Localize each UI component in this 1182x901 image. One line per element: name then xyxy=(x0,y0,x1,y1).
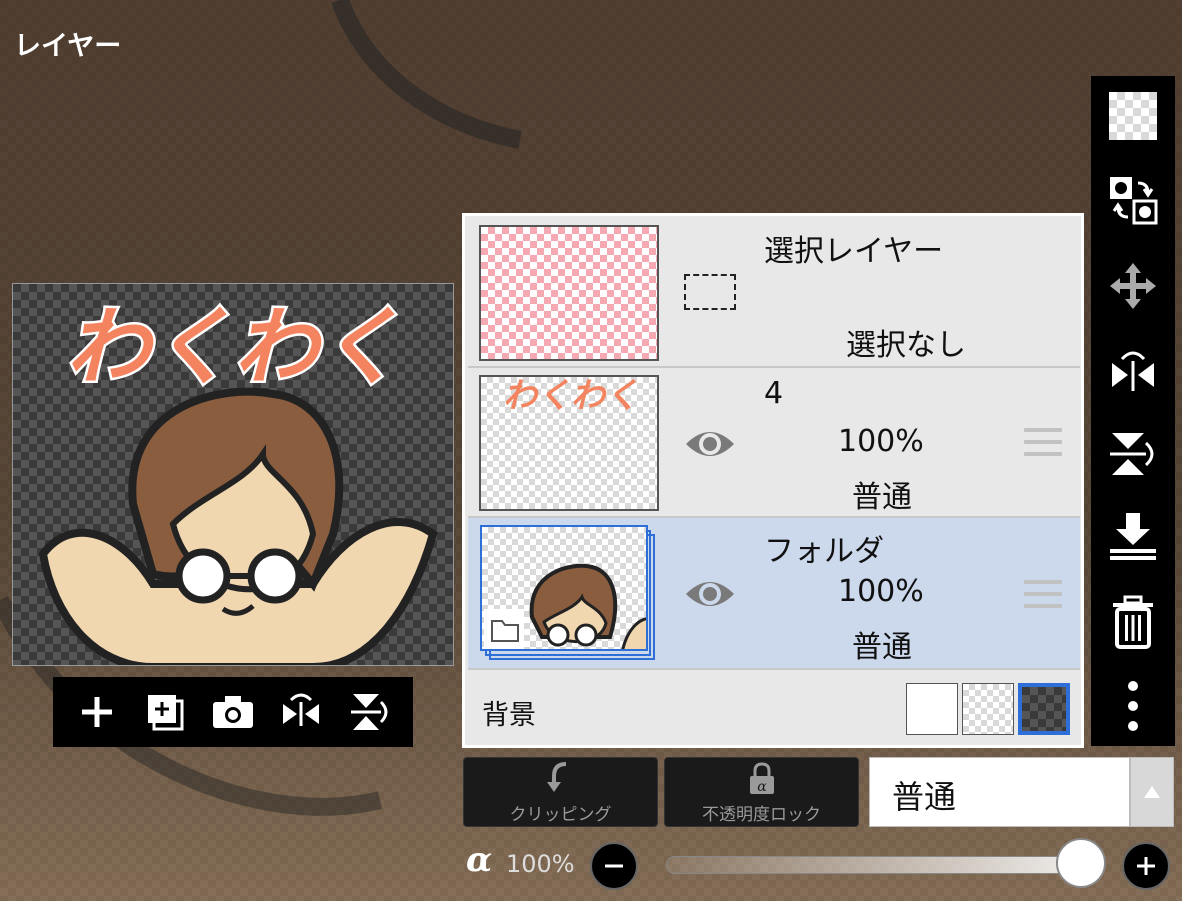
opacity-increase-button[interactable] xyxy=(1122,842,1170,890)
delete-layer-button[interactable] xyxy=(1107,595,1159,649)
layer-name: 選択レイヤー xyxy=(764,234,944,269)
layer-thumbnail: わくわく xyxy=(479,375,659,511)
layer-name: 4 xyxy=(764,376,784,411)
alpha-lock-button[interactable]: α 不透明度ロック xyxy=(664,757,859,827)
alpha-symbol: α xyxy=(466,840,493,880)
layer-thumbnail xyxy=(480,525,648,651)
layers-panel: 選択レイヤー 選択なし わくわく 4 100% 普通 フォルダ 100% 普通 … xyxy=(462,213,1084,748)
eye-icon xyxy=(686,582,734,606)
flip-vertical-icon xyxy=(351,694,388,730)
plus-icon xyxy=(1137,857,1155,875)
visibility-toggle[interactable] xyxy=(684,576,736,612)
clipping-label: クリッピング xyxy=(509,805,612,825)
more-button[interactable] xyxy=(1107,680,1159,732)
drag-handle-icon[interactable] xyxy=(1024,428,1062,460)
swap-layer-icon xyxy=(1110,177,1158,225)
merge-down-icon xyxy=(1110,513,1156,560)
clipping-icon xyxy=(546,762,566,792)
swap-layer-button[interactable] xyxy=(1107,174,1159,226)
move-button[interactable] xyxy=(1107,260,1159,312)
layer-thumbnail-art: わくわく xyxy=(503,377,639,415)
blend-mode-toggle[interactable] xyxy=(1130,757,1174,827)
opacity-slider-handle[interactable] xyxy=(1056,838,1106,888)
layer-row-4[interactable]: わくわく 4 100% 普通 xyxy=(468,368,1080,518)
flip-horizontal-icon xyxy=(1112,351,1154,391)
svg-text:α: α xyxy=(757,779,767,795)
opacity-value: 100% xyxy=(506,850,575,878)
flip-horizontal-button[interactable] xyxy=(1107,346,1159,398)
layer-row-selection[interactable]: 選択レイヤー 選択なし xyxy=(468,216,1080,368)
layer-name: フォルダ xyxy=(764,534,884,569)
flip-vertical-button[interactable] xyxy=(345,688,393,736)
alpha-lock-label: 不透明度ロック xyxy=(702,805,821,825)
trash-icon xyxy=(1113,595,1153,649)
background-row: 背景 xyxy=(468,671,1080,746)
blend-mode-select[interactable]: 普通 xyxy=(869,757,1130,827)
drag-handle-icon[interactable] xyxy=(1024,580,1062,612)
layer-thumbnail xyxy=(479,225,659,361)
add-layer-button[interactable] xyxy=(73,688,121,736)
selection-marquee-icon xyxy=(684,274,736,310)
opacity-row: α 100% xyxy=(462,838,1174,894)
add-special-layer-button[interactable] xyxy=(141,688,189,736)
transparent-checker-icon xyxy=(1109,92,1157,140)
preview-illustration: わくわく xyxy=(38,298,438,665)
add-layer-icon xyxy=(82,697,112,727)
camera-button[interactable] xyxy=(209,688,257,736)
lock-icon: α xyxy=(749,762,774,795)
clipping-button[interactable]: クリッピング xyxy=(463,757,658,827)
layer-preview: わくわく xyxy=(12,283,454,666)
minus-icon xyxy=(605,864,623,868)
flip-vertical-icon xyxy=(1110,433,1154,475)
layer-blend-mode: 普通 xyxy=(852,630,912,665)
layer-opacity: 100% xyxy=(838,574,924,609)
background-label: 背景 xyxy=(482,700,536,731)
svg-text:わくわく: わくわく xyxy=(503,377,639,415)
flip-horizontal-button[interactable] xyxy=(277,688,325,736)
layer-blend-mode: 普通 xyxy=(852,480,912,515)
flip-vertical-button[interactable] xyxy=(1107,428,1159,480)
layer-row-folder[interactable]: フォルダ 100% 普通 xyxy=(468,518,1080,670)
merge-down-button[interactable] xyxy=(1107,510,1159,562)
camera-icon xyxy=(213,696,253,728)
right-toolbar xyxy=(1091,76,1175,746)
background-dark-checker-swatch[interactable] xyxy=(1018,683,1070,735)
blend-mode-value: 普通 xyxy=(892,778,957,816)
flip-horizontal-icon xyxy=(283,693,319,726)
layer-opacity: 100% xyxy=(838,424,924,459)
selection-status: 選択なし xyxy=(846,328,966,363)
layer-thumbnail-art xyxy=(484,563,646,649)
panel-title: レイヤー xyxy=(14,31,122,62)
more-icon xyxy=(1128,681,1138,731)
background-transparent-swatch[interactable] xyxy=(962,683,1014,735)
background-white-swatch[interactable] xyxy=(906,683,958,735)
add-special-layer-icon xyxy=(148,695,184,731)
opacity-decrease-button[interactable] xyxy=(590,842,638,890)
transparent-button[interactable] xyxy=(1107,90,1159,142)
preview-caption: わくわく xyxy=(66,300,402,394)
eye-icon xyxy=(686,432,734,456)
chevron-up-icon xyxy=(1144,786,1160,798)
opacity-slider[interactable] xyxy=(666,856,1096,874)
layer-toolbar xyxy=(53,677,413,747)
visibility-toggle[interactable] xyxy=(684,426,736,462)
move-icon xyxy=(1110,263,1156,309)
